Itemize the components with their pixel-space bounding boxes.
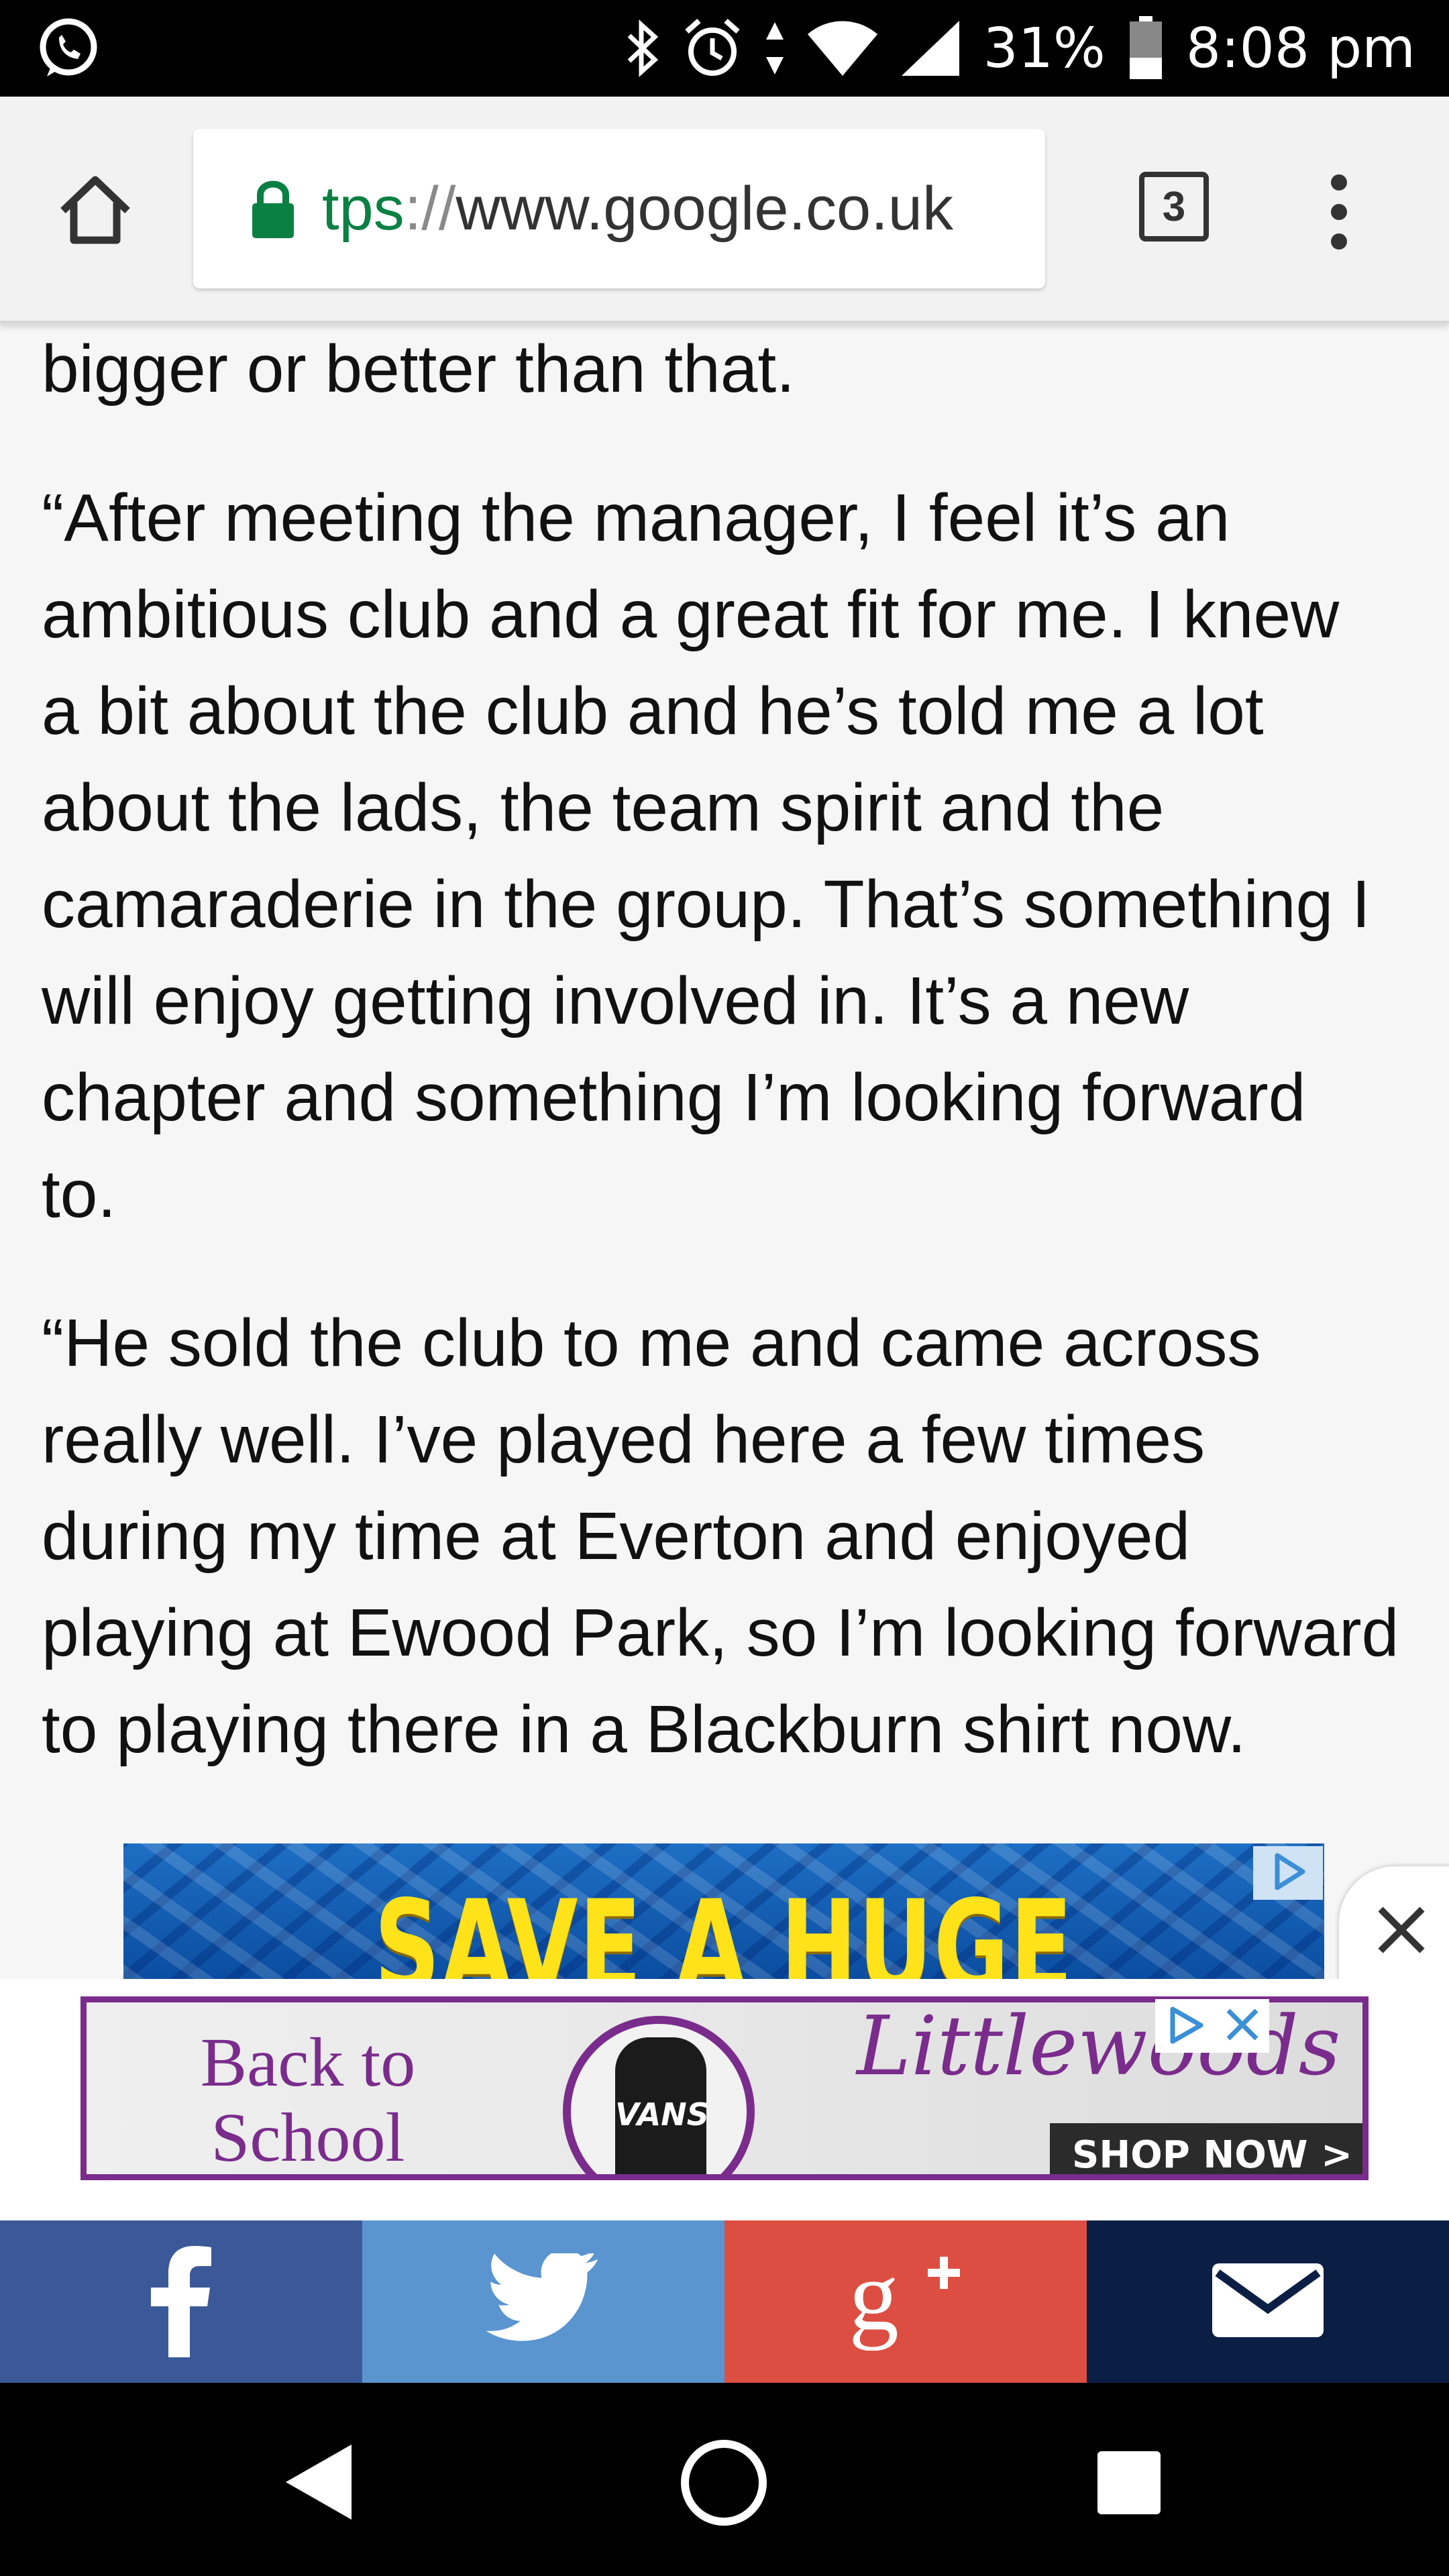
whatsapp-icon: [35, 15, 102, 82]
ad-headline: SAVE A HUGE: [374, 1873, 1074, 1979]
text-line: chapter and something I’m looking forwar…: [42, 1060, 1306, 1135]
text-line: during my time at Everton and enjoyed: [42, 1499, 1191, 1574]
text-line: a bit about the club and he’s told me a …: [42, 674, 1264, 749]
url-bar[interactable]: tps://www.google.co.uk: [193, 129, 1045, 288]
ad-controls: [1155, 1999, 1269, 2053]
battery-icon: [1128, 16, 1163, 80]
lock-icon: [250, 178, 297, 239]
text-line: ambitious club and a great fit for me. I…: [42, 577, 1340, 652]
article-paragraph: bigger or better than that.: [42, 331, 795, 407]
browser-toolbar: tps://www.google.co.uk 3: [0, 97, 1449, 323]
overflow-menu-icon[interactable]: [1319, 172, 1359, 252]
home-icon[interactable]: [55, 170, 136, 251]
android-nav-bar: [0, 2383, 1449, 2576]
ad-tagline-line: Back to: [200, 2024, 416, 2101]
data-arrows-icon: [765, 19, 785, 77]
tab-switcher-button[interactable]: 3: [1139, 172, 1209, 241]
svg-text:g: g: [849, 2250, 899, 2351]
vans-logo: VANS: [615, 2096, 709, 2133]
battery-percent: 31%: [983, 16, 1106, 80]
ad-tagline: Back to School: [167, 2024, 449, 2176]
url-text[interactable]: tps://www.google.co.uk: [322, 174, 953, 244]
article-paragraph: “After meeting the manager, I feel it’s …: [42, 470, 1371, 1242]
share-google-plus-button[interactable]: g: [724, 2220, 1087, 2383]
adchoices-icon[interactable]: [1162, 2001, 1209, 2051]
ad-tagline-line: School: [211, 2099, 405, 2176]
share-bar: g: [0, 2220, 1449, 2383]
text-line: camaraderie in the group. That’s somethi…: [42, 867, 1371, 942]
text-line: about the lads, the team spirit and the: [42, 770, 1165, 845]
text-line: “He sold the club to me and came across: [42, 1305, 1261, 1381]
text-line: “After meeting the manager, I feel it’s …: [42, 480, 1230, 555]
wifi-icon: [807, 19, 877, 77]
text-line: to.: [42, 1157, 117, 1232]
clock: 8:08 pm: [1185, 16, 1415, 80]
share-email-button[interactable]: [1087, 2220, 1449, 2383]
url-scheme: tps: [322, 174, 405, 243]
google-plus-icon: g: [849, 2240, 963, 2354]
signal-icon: [900, 19, 961, 77]
share-facebook-button[interactable]: [0, 2220, 362, 2383]
url-separator: ://: [404, 174, 456, 243]
email-icon: [1211, 2262, 1325, 2342]
facebook-icon: [151, 2243, 211, 2361]
text-line: will enjoy getting involved in. It’s a n…: [42, 963, 1189, 1038]
ad-banner-pool[interactable]: SAVE A HUGE: [123, 1843, 1324, 1979]
twitter-icon: [486, 2249, 600, 2351]
text-line: playing at Ewood Park, so I’m looking fo…: [42, 1595, 1399, 1670]
home-circle-icon[interactable]: [678, 2436, 770, 2532]
vans-bag-image: VANS: [563, 2016, 755, 2174]
adchoices-icon[interactable]: [1253, 1846, 1323, 1900]
back-icon[interactable]: [282, 2442, 356, 2526]
bluetooth-icon: [625, 18, 660, 78]
close-ad-button[interactable]: [1339, 1866, 1449, 1984]
share-twitter-button[interactable]: [362, 2220, 724, 2383]
alarm-icon: [683, 18, 742, 78]
shop-now-button[interactable]: SHOP NOW >: [1050, 2123, 1362, 2174]
text-line: to playing there in a Blackburn shirt no…: [42, 1692, 1246, 1767]
recent-apps-icon[interactable]: [1096, 2450, 1162, 2519]
close-ad-icon[interactable]: [1222, 2004, 1263, 2049]
text-line: really well. I’ve played here a few time…: [42, 1402, 1205, 1477]
url-host: www.google.co.uk: [455, 174, 953, 243]
status-bar: 31% 8:08 pm: [0, 0, 1449, 97]
article-paragraph: “He sold the club to me and came across …: [42, 1295, 1399, 1778]
